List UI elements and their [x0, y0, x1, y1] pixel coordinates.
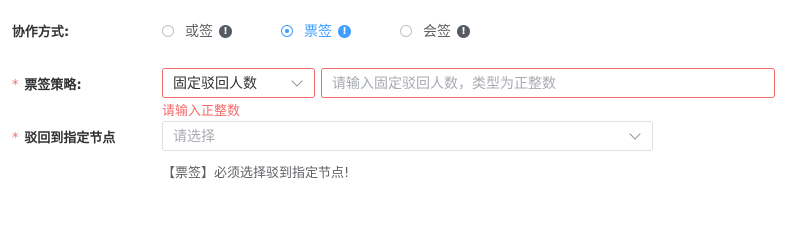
radio-or-sign[interactable]: 或签 ! [162, 21, 232, 41]
info-icon[interactable]: ! [338, 24, 351, 38]
reject-node-label: * 驳回到指定节点 [12, 127, 116, 146]
collab-label: 协作方式: [12, 25, 70, 40]
radio-all-sign-label: 会签 [423, 24, 451, 40]
reject-node-select[interactable]: 请选择 [162, 121, 653, 151]
radio-circle-checked[interactable] [281, 25, 293, 37]
reject-count-placeholder: 请输入固定驳回人数，类型为正整数 [332, 76, 556, 92]
strategy-label-text: 票签策略: [24, 78, 82, 93]
approval-form: 协作方式: 或签 ! 票签 ! 会签 ! * 票签策略: 固定驳回人数 请输入固定… [0, 0, 795, 216]
radio-or-sign-label: 或签 [185, 24, 213, 40]
info-icon[interactable]: ! [219, 24, 232, 38]
chevron-down-icon [629, 127, 641, 140]
radio-circle[interactable] [162, 25, 174, 37]
radio-vote-sign-label: 票签 [304, 24, 332, 40]
radio-vote-sign[interactable]: 票签 ! [281, 21, 351, 41]
strategy-select[interactable]: 固定驳回人数 [162, 68, 315, 98]
radio-circle[interactable] [400, 25, 412, 37]
required-mark: * [12, 78, 19, 93]
reject-node-tip: 【票签】必须选择驳到指定节点! [162, 166, 350, 181]
strategy-label: * 票签策略: [12, 74, 82, 93]
chevron-down-icon [291, 74, 303, 87]
reject-node-placeholder: 请选择 [173, 129, 215, 145]
required-mark: * [12, 131, 19, 146]
strategy-select-value: 固定驳回人数 [173, 76, 257, 92]
strategy-error: 请输入正整数 [162, 104, 241, 119]
reject-count-input[interactable]: 请输入固定驳回人数，类型为正整数 [321, 68, 775, 98]
radio-all-sign[interactable]: 会签 ! [400, 21, 470, 41]
reject-node-label-text: 驳回到指定节点 [24, 131, 116, 146]
info-icon[interactable]: ! [457, 24, 470, 38]
